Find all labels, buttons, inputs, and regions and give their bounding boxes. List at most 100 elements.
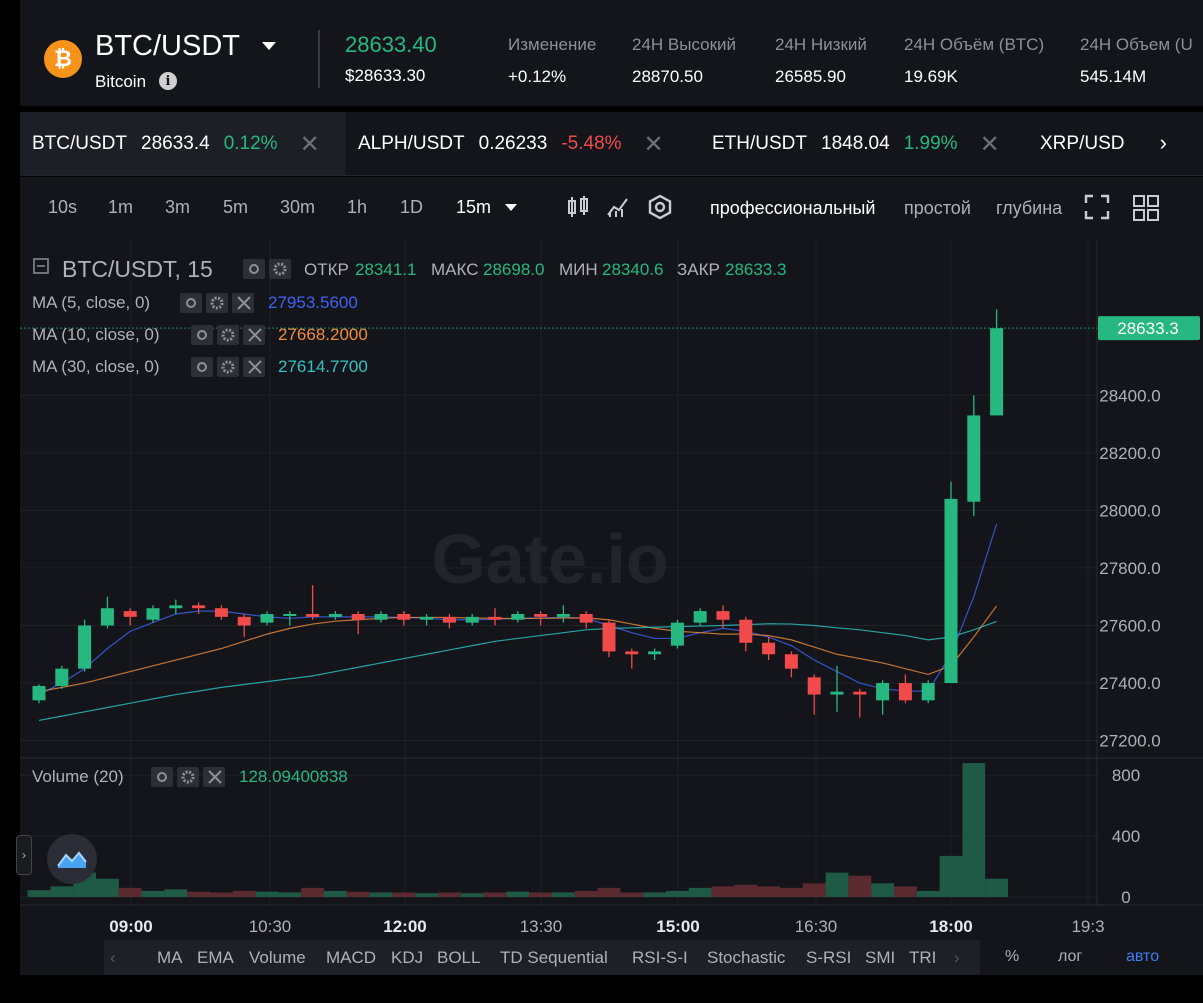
ma-value: 27668.2000 xyxy=(278,325,368,344)
time-tick-label: 13:30 xyxy=(520,917,563,936)
volume-tick-label: 400 xyxy=(1112,827,1140,846)
tab-alph-usdt[interactable]: ALPH/USDT 0.26233 -5.48% ✕ xyxy=(346,112,699,175)
candle-body xyxy=(100,608,114,626)
drawing-tools-button[interactable] xyxy=(47,834,97,884)
tab-change: -5.48% xyxy=(561,133,622,154)
tab-pair: ALPH/USDT xyxy=(358,133,465,154)
mode-simple[interactable]: простой xyxy=(904,198,971,219)
candle-body xyxy=(374,613,388,620)
coin-name: Bitcoin xyxy=(95,72,147,91)
timeframe-1d[interactable]: 1D xyxy=(400,197,423,218)
indicator-volume[interactable]: Volume xyxy=(249,948,306,968)
candle-body xyxy=(146,608,160,620)
tab-xrp-usd[interactable]: XRP/USD xyxy=(1028,112,1136,175)
indicator-smi[interactable]: SMI xyxy=(865,948,895,968)
timeframe-selector[interactable]: 15m xyxy=(456,197,491,218)
gear-icon[interactable] xyxy=(269,259,291,279)
candle-body xyxy=(625,651,639,655)
chevron-down-icon[interactable] xyxy=(262,42,276,50)
volume-bar xyxy=(346,891,370,897)
chevron-down-icon[interactable] xyxy=(505,204,517,211)
tab-pair: XRP/USD xyxy=(1040,133,1125,154)
chevron-right-icon[interactable]: › xyxy=(954,948,960,968)
gear-icon[interactable] xyxy=(217,325,239,345)
indicator-rsi-s-i[interactable]: RSI-S-I xyxy=(632,948,688,968)
pair-selector[interactable]: BTC/USDT xyxy=(95,30,240,63)
header-divider xyxy=(318,30,320,88)
candle-body xyxy=(351,613,365,620)
log-scale-button[interactable]: лог xyxy=(1058,948,1082,966)
eye-icon[interactable] xyxy=(243,259,265,279)
stat-value: 26585.90 xyxy=(775,67,846,86)
chevron-left-icon[interactable]: ‹ xyxy=(110,948,116,968)
indicator-ma[interactable]: MA xyxy=(157,948,183,968)
chevron-right-icon[interactable]: › xyxy=(1160,130,1167,156)
candlestick-chart[interactable]: Gate.io 28400.0 28200.0 28000.0 27800.0 2760… xyxy=(20,240,1203,940)
indicator-boll[interactable]: BOLL xyxy=(437,948,480,968)
eye-icon[interactable] xyxy=(191,325,213,345)
timeframe-3m[interactable]: 3m xyxy=(165,197,190,218)
stat-value: +0.12% xyxy=(508,67,567,86)
info-icon[interactable]: i xyxy=(159,72,177,90)
candle-body xyxy=(716,611,730,620)
volume-bar xyxy=(50,886,74,897)
low-value: 28340.6 xyxy=(602,260,663,279)
eye-icon[interactable] xyxy=(151,767,173,787)
volume-bar xyxy=(711,886,735,897)
candle-body xyxy=(556,613,570,617)
volume-bar xyxy=(369,892,393,897)
indicator-macd[interactable]: MACD xyxy=(326,948,376,968)
candle-body xyxy=(55,668,69,686)
timeframe-5m[interactable]: 5m xyxy=(223,197,248,218)
timeframe-30m[interactable]: 30m xyxy=(280,197,315,218)
close-icon[interactable]: ✕ xyxy=(644,130,664,159)
close-icon[interactable]: ✕ xyxy=(300,130,320,159)
indicator-kdj[interactable]: KDJ xyxy=(391,948,423,968)
eye-icon[interactable] xyxy=(180,293,202,313)
volume-bar xyxy=(392,892,416,897)
expand-panel-button[interactable]: › xyxy=(16,835,32,875)
tab-btc-usdt[interactable]: BTC/USDT 28633.4 0.12% ✕ xyxy=(20,112,346,175)
ma30-line xyxy=(38,620,997,722)
timeframe-1m[interactable]: 1m xyxy=(108,197,133,218)
candle-body xyxy=(579,613,593,623)
settings-icon[interactable] xyxy=(647,194,673,220)
stat-volume-usdt: 24H Объем (U 545.14M xyxy=(1080,35,1203,87)
tab-eth-usdt[interactable]: ETH/USDT 1848.04 1.99% ✕ xyxy=(700,112,1028,175)
close-icon[interactable]: ✕ xyxy=(980,130,1000,159)
indicator-td-sequential[interactable]: TD Sequential xyxy=(500,948,608,968)
volume-bar xyxy=(164,889,188,897)
volume-bar xyxy=(939,855,963,897)
percent-scale-button[interactable]: % xyxy=(1005,948,1019,966)
volume-bar xyxy=(506,891,530,897)
gear-icon[interactable] xyxy=(206,293,228,313)
gear-icon[interactable] xyxy=(177,767,199,787)
indicators-icon[interactable] xyxy=(606,195,630,219)
volume-tick-label: 800 xyxy=(1112,766,1140,785)
gear-icon[interactable] xyxy=(217,357,239,377)
candle-body xyxy=(853,691,867,695)
stat-value: 19.69K xyxy=(904,67,958,86)
timeframe-10s[interactable]: 10s xyxy=(48,197,77,218)
candle-type-icon[interactable] xyxy=(566,195,590,219)
tab-price: 1848.04 xyxy=(821,133,890,154)
candle-body xyxy=(898,683,912,701)
volume-bar xyxy=(415,893,438,897)
timeframe-1h[interactable]: 1h xyxy=(347,197,367,218)
fullscreen-icon[interactable] xyxy=(1084,194,1110,220)
mode-depth[interactable]: глубина xyxy=(996,198,1062,219)
indicator-tri[interactable]: TRI xyxy=(909,948,936,968)
volume-bar xyxy=(643,892,666,897)
indicator-ema[interactable]: EMA xyxy=(197,948,234,968)
watermark: Gate.io xyxy=(431,520,668,598)
volume-bar xyxy=(552,892,575,897)
indicator-stochastic[interactable]: Stochastic xyxy=(707,948,785,968)
layout-grid-icon[interactable] xyxy=(1132,194,1160,222)
chart-area[interactable]: Gate.io 28400.0 28200.0 28000.0 27800.0 2760… xyxy=(20,240,1203,940)
indicator-s-rsi[interactable]: S-RSI xyxy=(806,948,851,968)
auto-scale-button[interactable]: авто xyxy=(1126,948,1159,966)
mode-professional[interactable]: профессиональный xyxy=(710,198,875,219)
eye-icon[interactable] xyxy=(191,357,213,377)
candle-body xyxy=(397,613,411,620)
tab-price: 28633.4 xyxy=(141,133,210,154)
